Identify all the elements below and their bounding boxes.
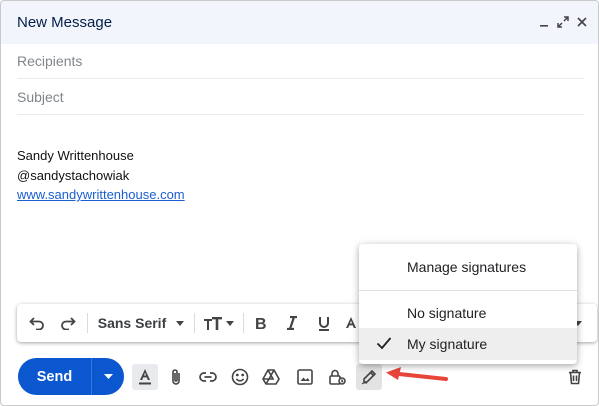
subject-field[interactable]: Subject xyxy=(17,79,584,115)
toolbar-divider xyxy=(194,313,195,333)
svg-text:B: B xyxy=(255,316,267,330)
underline-icon[interactable] xyxy=(313,304,335,342)
signature-website-link[interactable]: www.sandywrittenhouse.com xyxy=(17,185,185,205)
subject-placeholder: Subject xyxy=(17,88,64,105)
toolbar-divider xyxy=(243,313,244,333)
menu-divider xyxy=(359,290,577,291)
signature-name: Sandy Writtenhouse xyxy=(17,148,134,163)
menu-item-my-signature[interactable]: My signature xyxy=(359,328,577,360)
compose-header: New Message xyxy=(1,1,598,44)
insert-photo-icon[interactable] xyxy=(292,364,318,390)
menu-item-label: My signature xyxy=(407,336,488,352)
font-dropdown-icon xyxy=(176,320,185,326)
italic-icon[interactable] xyxy=(281,304,303,342)
recipients-placeholder: Recipients xyxy=(17,52,83,69)
close-icon[interactable] xyxy=(573,13,591,31)
formatting-options-icon[interactable] xyxy=(132,364,158,390)
emoji-icon[interactable] xyxy=(227,364,253,390)
redo-icon[interactable] xyxy=(56,304,80,342)
text-color-icon[interactable] xyxy=(345,304,359,342)
font-size-icon xyxy=(203,317,222,330)
chevron-down-icon xyxy=(103,374,113,379)
send-button-group: Send xyxy=(18,358,124,395)
toolbar-divider xyxy=(87,313,88,333)
signature-handle: @sandystachowiak xyxy=(17,167,130,183)
compose-title: New Message xyxy=(17,14,113,31)
signature-menu: Manage signatures No signature My signat… xyxy=(359,244,577,364)
expand-icon[interactable] xyxy=(554,13,572,31)
recipients-field[interactable]: Recipients xyxy=(17,43,584,79)
message-body[interactable]: Sandy Writtenhouse @sandystachowiak www.… xyxy=(17,146,185,205)
insert-link-icon[interactable] xyxy=(195,364,221,390)
menu-item-label: Manage signatures xyxy=(407,259,527,275)
menu-item-manage-signatures[interactable]: Manage signatures xyxy=(359,251,577,283)
menu-item-label: No signature xyxy=(407,305,487,321)
font-size-button[interactable] xyxy=(200,304,236,342)
minimize-icon[interactable] xyxy=(535,13,553,31)
checkmark-icon xyxy=(376,337,392,350)
discard-draft-icon[interactable] xyxy=(562,364,588,390)
insert-signature-icon[interactable] xyxy=(356,364,382,390)
compose-window: New Message Recipients Subject Sandy Wri… xyxy=(0,0,599,406)
menu-item-no-signature[interactable]: No signature xyxy=(359,297,577,329)
annotation-arrow xyxy=(386,367,448,381)
send-options-button[interactable] xyxy=(92,358,124,395)
font-family-select[interactable]: Sans Serif xyxy=(93,304,189,342)
font-family-label: Sans Serif xyxy=(97,315,167,331)
attach-file-icon[interactable] xyxy=(163,364,189,390)
send-button[interactable]: Send xyxy=(18,358,91,395)
undo-icon[interactable] xyxy=(25,304,49,342)
confidential-mode-icon[interactable] xyxy=(324,364,350,390)
bold-icon[interactable]: B xyxy=(250,304,272,342)
google-drive-icon[interactable] xyxy=(258,364,284,390)
